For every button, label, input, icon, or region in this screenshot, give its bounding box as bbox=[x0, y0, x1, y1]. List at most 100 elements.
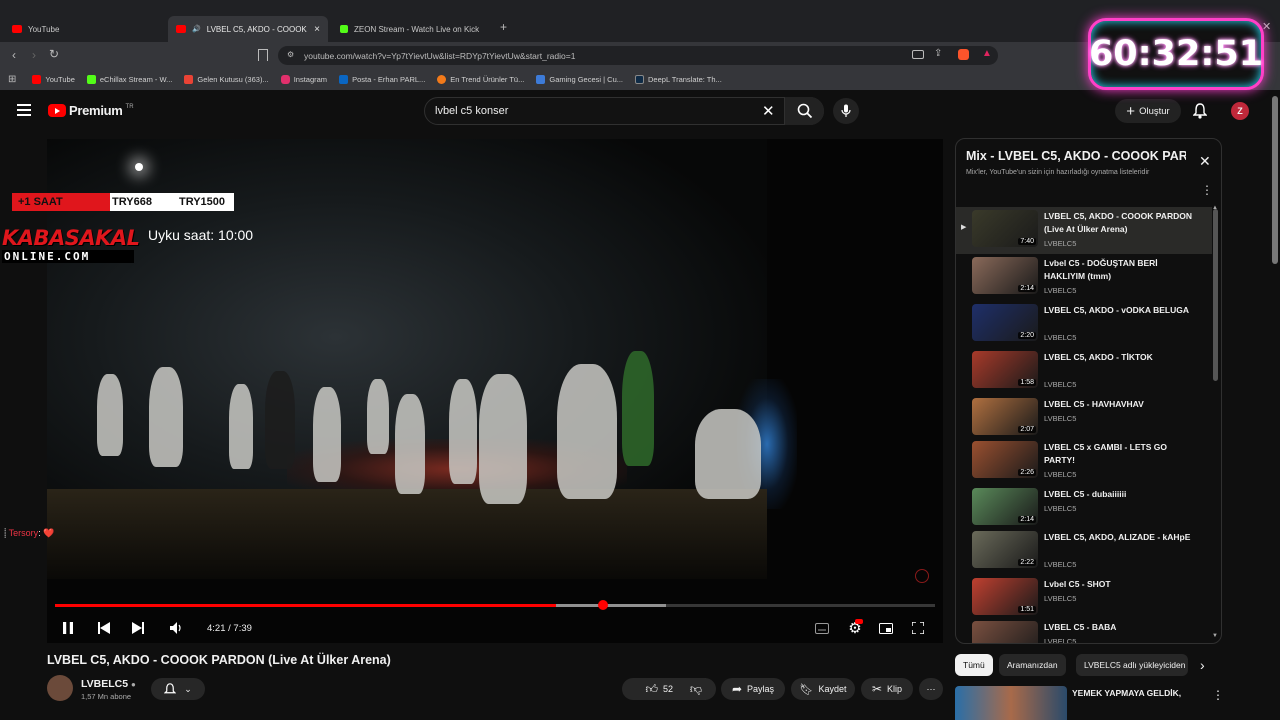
chip-all[interactable]: Tümü bbox=[955, 654, 993, 676]
bookmark-instagram[interactable]: Instagram bbox=[280, 74, 327, 84]
brand-bottom: ONLINE.COM bbox=[2, 250, 134, 263]
bookmark-echillax[interactable]: eChillax Stream - W... bbox=[86, 74, 172, 84]
brave-shield-icon[interactable] bbox=[958, 49, 969, 60]
logo-text: Premium bbox=[69, 103, 123, 118]
playlist-scrollbar[interactable] bbox=[1213, 209, 1218, 381]
clip-button[interactable]: ✂ Klip bbox=[861, 678, 913, 700]
bookmark-gaming[interactable]: Gaming Gecesi | Cu... bbox=[536, 74, 623, 84]
playlist-title[interactable]: Mix - LVBEL C5, AKDO - COOOK PARDON bbox=[966, 149, 1186, 163]
bookmark-deepl[interactable]: DeepL Translate: Th... bbox=[635, 74, 722, 84]
bookmark-gmail[interactable]: Gelen Kutusu (363)... bbox=[184, 74, 269, 84]
scroll-up-icon[interactable]: ▲ bbox=[1212, 205, 1218, 211]
duration-badge: 1:58 bbox=[1018, 379, 1036, 386]
back-icon[interactable]: ‹ bbox=[6, 48, 22, 62]
menu-icon[interactable] bbox=[17, 104, 31, 116]
playlist-item[interactable]: 2:26 LVBEL C5 x GAMBI - LETS GO PARTY! LVB… bbox=[956, 438, 1212, 485]
save-button[interactable]: 🔖︎ Kaydet bbox=[791, 678, 855, 700]
tab-current-video[interactable]: 🔊 LVBEL C5, AKDO - COOOK PA × bbox=[168, 16, 328, 42]
pause-button[interactable] bbox=[59, 617, 77, 639]
dancer bbox=[313, 387, 341, 482]
seek-handle[interactable] bbox=[598, 600, 608, 610]
tab-kick[interactable]: ZEON Stream - Watch Live on Kick bbox=[332, 16, 492, 42]
voice-search-button[interactable] bbox=[833, 98, 859, 124]
youtube-icon bbox=[32, 74, 42, 84]
chip-uploader[interactable]: LVBELC5 adlı yükleyiciden bbox=[1076, 654, 1188, 676]
fullscreen-button[interactable] bbox=[909, 617, 927, 639]
youtube-logo[interactable]: Premium TR bbox=[48, 103, 134, 118]
kabasakal-logo: KABASAKAL ONLINE.COM bbox=[2, 226, 140, 266]
playlist-item[interactable]: 2:07 LVBEL C5 - HAVHAVHAV LVBELC5 bbox=[956, 395, 1212, 438]
verified-icon: ● bbox=[130, 680, 136, 689]
playlist-item[interactable]: 1:51 Lvbel C5 - SHOT LVBELC5 bbox=[956, 575, 1212, 618]
video-thumbnail: 2:07 bbox=[972, 398, 1038, 435]
more-vertical-icon[interactable]: ⋮ bbox=[1201, 183, 1213, 197]
apps-icon[interactable]: ⊞ bbox=[8, 74, 16, 85]
bookmark-icon[interactable] bbox=[258, 49, 268, 61]
create-button[interactable]: + Oluştur bbox=[1115, 99, 1181, 123]
stream-timer: 60:32:51 bbox=[1088, 18, 1264, 90]
avatar[interactable]: Z bbox=[1231, 102, 1249, 120]
dislike-button[interactable]: 👎︎ bbox=[676, 678, 716, 700]
search-button[interactable] bbox=[784, 97, 824, 125]
video-thumbnail: 1:51 bbox=[972, 578, 1038, 615]
playlist-item[interactable]: 2:22 LVBEL C5, AKDO, ALIZADE - kAHpE LVBEL… bbox=[956, 528, 1212, 575]
chevron-right-icon[interactable]: › bbox=[1200, 657, 1205, 673]
miniplayer-button[interactable] bbox=[877, 617, 895, 639]
channel-avatar[interactable] bbox=[47, 675, 73, 701]
chat-badge-icon: ⸽ bbox=[4, 528, 7, 538]
goal-label: +1 SAAT bbox=[18, 196, 63, 208]
more-vertical-icon[interactable]: ⋮ bbox=[1212, 688, 1224, 702]
time-display: 4:21 / 7:39 bbox=[207, 617, 252, 639]
playlist-item-channel: LVBELC5 bbox=[1044, 560, 1077, 569]
subtitles-button[interactable] bbox=[813, 617, 831, 639]
next-button[interactable] bbox=[129, 617, 147, 639]
channel-name[interactable]: LVBELC5 ● bbox=[81, 678, 136, 690]
forward-icon[interactable]: › bbox=[26, 48, 42, 62]
bookmark-outlook[interactable]: Posta - Erhan PARL... bbox=[339, 74, 425, 84]
playlist-item[interactable]: 2:20 LVBEL C5, AKDO - vODKA BELUGA LVBELC5 bbox=[956, 301, 1212, 348]
notifications-icon[interactable] bbox=[1193, 103, 1207, 119]
cast-icon[interactable] bbox=[912, 50, 924, 59]
deepl-icon bbox=[635, 74, 645, 84]
settings-button[interactable]: ⚙ bbox=[845, 617, 865, 639]
playlist-item[interactable]: 1:58 LVBEL C5, AKDO - TİKTOK LVBELC5 bbox=[956, 348, 1212, 395]
chevron-down-icon: ⌄ bbox=[184, 683, 192, 694]
brave-rewards-icon[interactable]: ▲ bbox=[982, 48, 992, 59]
new-tab-icon[interactable]: + bbox=[500, 20, 507, 34]
timer-value: 60:32:51 bbox=[1088, 34, 1264, 74]
close-tab-icon[interactable]: × bbox=[314, 24, 320, 35]
save-label: Kaydet bbox=[818, 684, 847, 694]
playlist-item[interactable]: LVBEL C5 - BABA LVBELC5 bbox=[956, 618, 1212, 643]
video-player[interactable]: 4:21 / 7:39 ⚙ bbox=[47, 139, 943, 643]
recommended-video[interactable]: YEMEK YAPMAYA GELDİK, ⋮ bbox=[955, 686, 1224, 720]
bookmark-trendyol[interactable]: En Trend Ürünler Tü... bbox=[437, 74, 524, 84]
reload-icon[interactable]: ↻ bbox=[46, 47, 62, 61]
playlist-item[interactable]: 2:14 LVBEL C5 - dubaiiiiii LVBELC5 bbox=[956, 485, 1212, 528]
playlist-item[interactable]: 2:14 Lvbel C5 - DOĞUŞTAN BERİ HAKLIYIM (t… bbox=[956, 254, 1212, 301]
dancer bbox=[449, 379, 477, 484]
site-info-icon[interactable]: ⚙ bbox=[287, 50, 294, 59]
kick-icon bbox=[86, 74, 96, 84]
volume-button[interactable] bbox=[167, 617, 185, 639]
seek-bar[interactable] bbox=[55, 604, 935, 607]
goal-current: TRY668 bbox=[112, 196, 152, 208]
page-scrollbar[interactable] bbox=[1272, 96, 1278, 264]
clear-search-icon[interactable]: ✕ bbox=[762, 102, 775, 120]
share-page-icon[interactable]: ⇪ bbox=[934, 48, 942, 59]
skip-next-icon bbox=[132, 622, 144, 634]
playlist-item-title: Lvbel C5 - SHOT bbox=[1044, 579, 1111, 589]
subscription-bell-button[interactable]: ⌄ bbox=[151, 678, 205, 700]
playlist-item[interactable]: ▶ 7:40 LVBEL C5, AKDO - COOOK PARDON (Live… bbox=[956, 207, 1212, 254]
share-button[interactable]: ➦ Paylaş bbox=[721, 678, 785, 700]
bookmark-youtube[interactable]: YouTube bbox=[32, 74, 75, 84]
chip-from-search[interactable]: Aramanızdan bbox=[999, 654, 1066, 676]
close-playlist-icon[interactable]: ✕ bbox=[1199, 153, 1211, 170]
gmail-icon bbox=[184, 74, 194, 84]
scroll-down-icon[interactable]: ▼ bbox=[1212, 633, 1218, 639]
previous-button[interactable] bbox=[95, 617, 113, 639]
tab-youtube[interactable]: YouTube bbox=[4, 16, 164, 42]
duration-badge: 2:20 bbox=[1018, 332, 1036, 339]
more-actions-button[interactable]: ⋯ bbox=[919, 678, 943, 700]
address-bar[interactable]: youtube.com/watch?v=Yp7tYievtUw&list=RDY… bbox=[278, 46, 998, 65]
speaker-icon: 🔊 bbox=[192, 26, 201, 33]
